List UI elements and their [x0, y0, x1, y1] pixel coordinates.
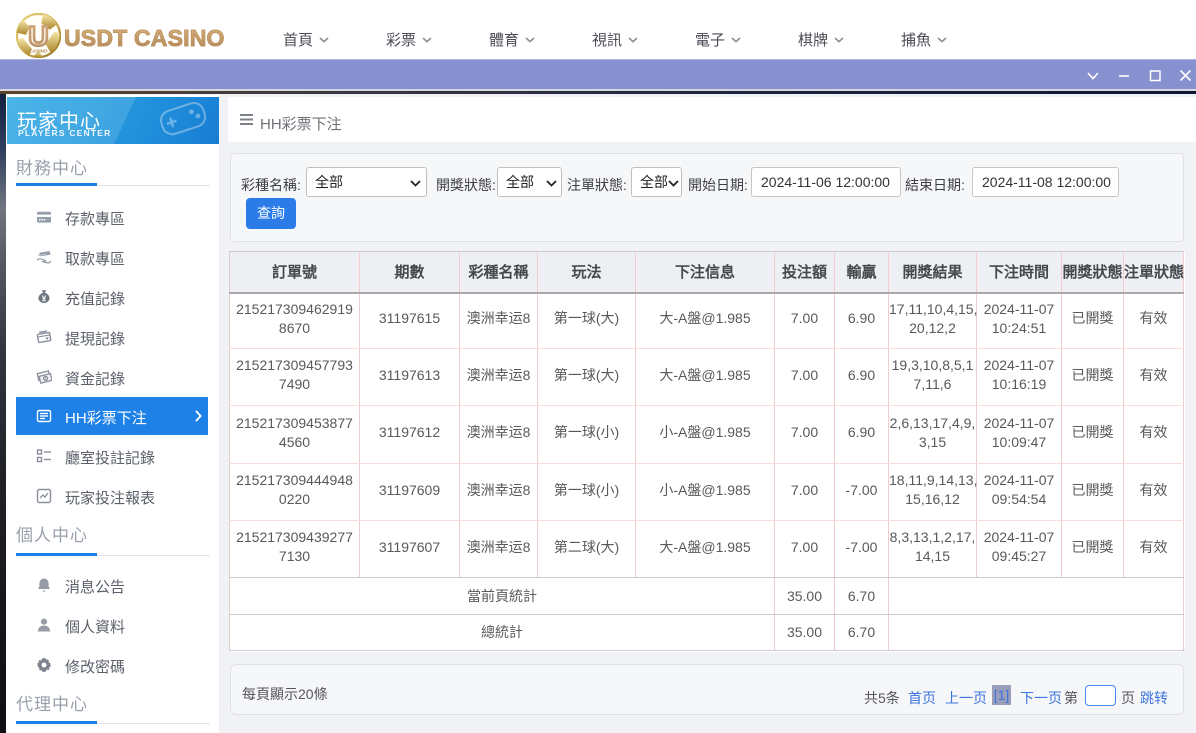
- svg-text:CASINO: CASINO: [30, 49, 48, 54]
- svg-text:¥: ¥: [42, 295, 47, 304]
- svg-text:U: U: [28, 21, 48, 52]
